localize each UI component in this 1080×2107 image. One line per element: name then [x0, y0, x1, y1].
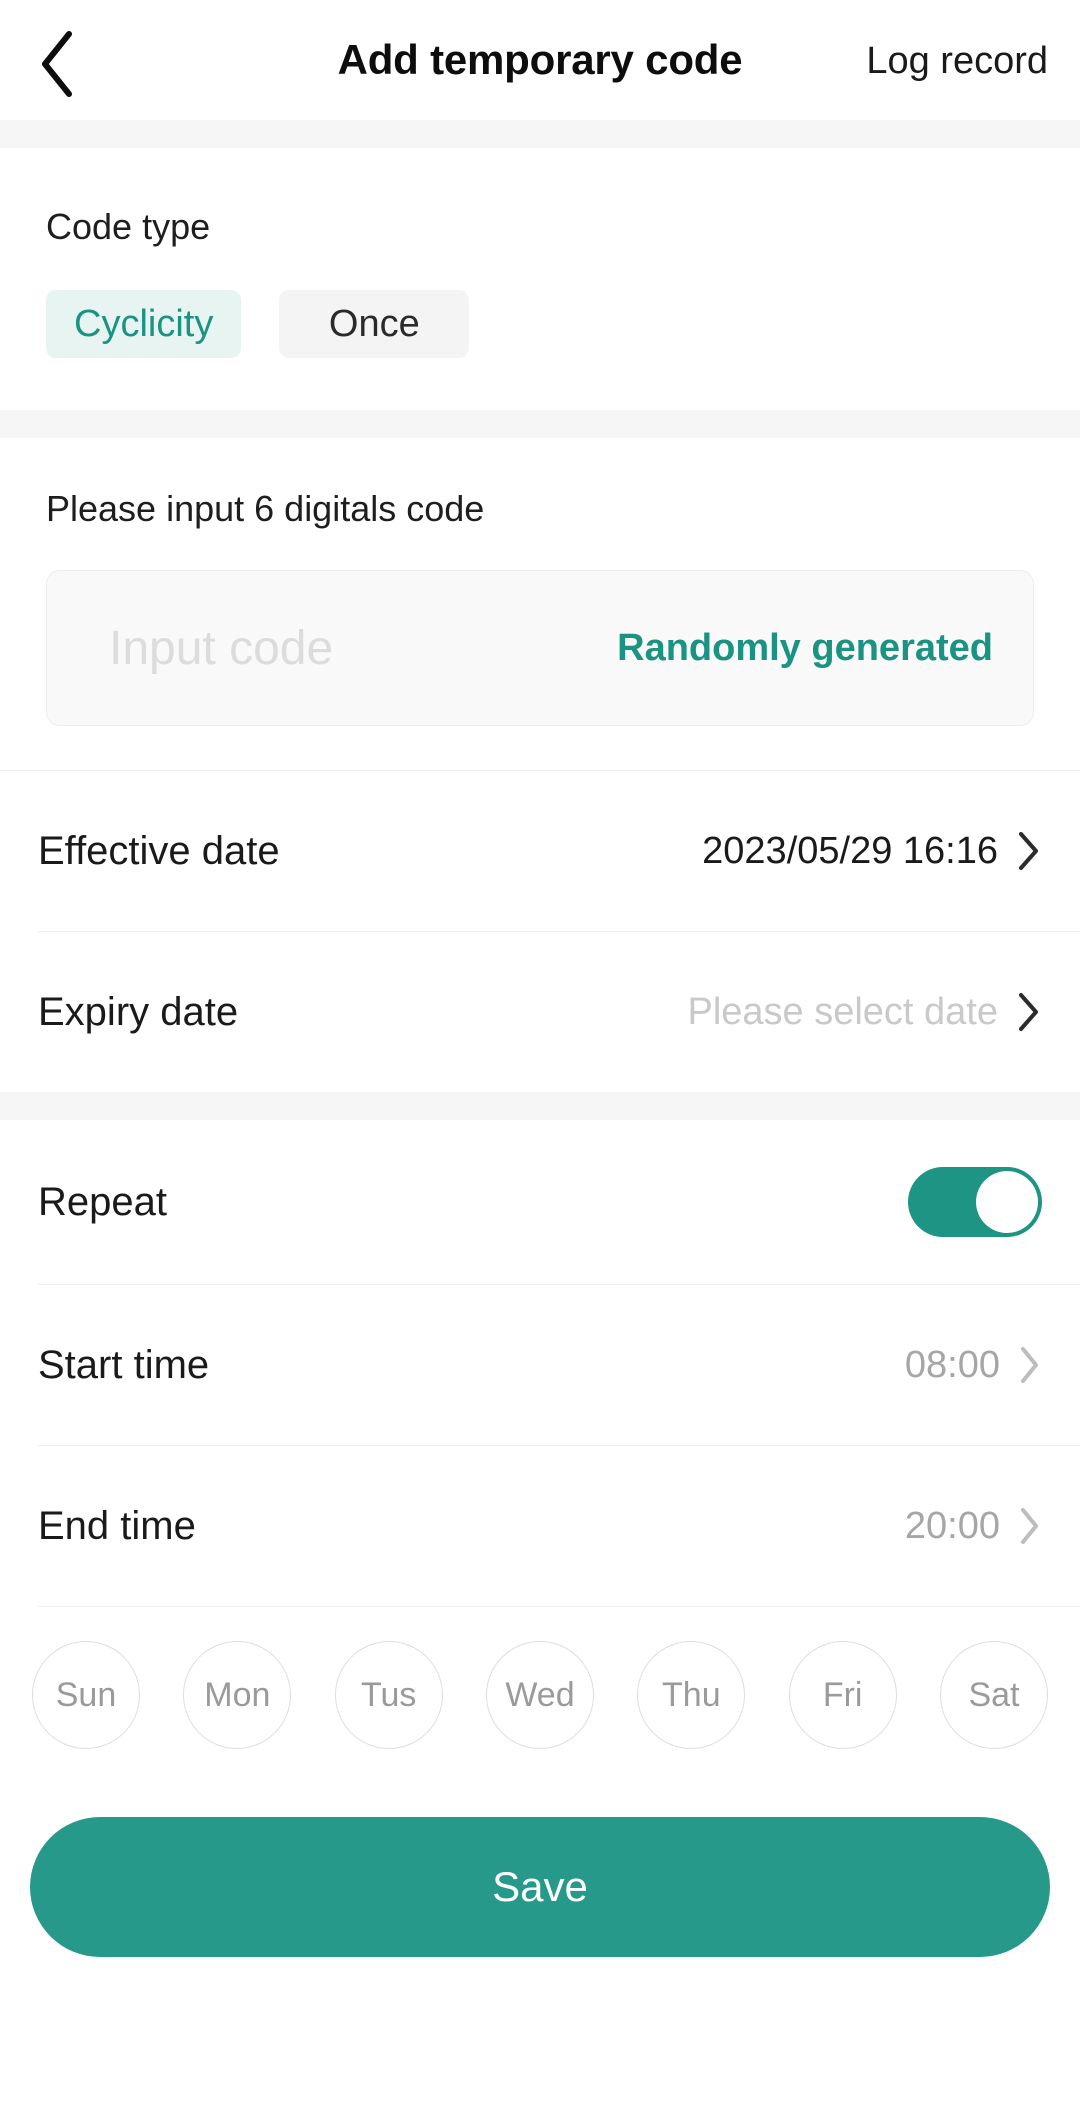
toggle-knob: [976, 1171, 1038, 1233]
code-input-hint: Please input 6 digitals code: [46, 488, 485, 529]
repeat-toggle[interactable]: [908, 1167, 1042, 1237]
day-label: Mon: [204, 1675, 271, 1714]
save-button-container: Save: [0, 1749, 1080, 1957]
chevron-right-icon: [1018, 1506, 1042, 1546]
chevron-right-icon: [1018, 1345, 1042, 1385]
chip-label: Once: [328, 302, 420, 345]
row-start-time[interactable]: Start time 08:00: [0, 1285, 1080, 1445]
code-type-section: Code type Cyclicity Once: [0, 148, 1080, 410]
effective-date-value: 2023/05/29 16:16: [702, 829, 998, 872]
code-type-label: Code type: [46, 206, 211, 247]
day-fri[interactable]: Fri: [788, 1641, 897, 1749]
code-type-options: Cyclicity Once: [0, 248, 1080, 410]
save-button[interactable]: Save: [30, 1817, 1050, 1957]
day-label: Fri: [822, 1675, 863, 1714]
row-repeat[interactable]: Repeat: [0, 1120, 1080, 1284]
code-input-field[interactable]: Input code Randomly generated: [46, 570, 1034, 726]
day-wed[interactable]: Wed: [485, 1641, 594, 1749]
day-mon[interactable]: Mon: [183, 1641, 292, 1749]
day-tus[interactable]: Tus: [334, 1641, 443, 1749]
code-type-option-once[interactable]: Once: [279, 290, 470, 358]
log-record-link[interactable]: Log record: [866, 40, 1048, 83]
expiry-date-value: Please select date: [687, 990, 998, 1033]
randomly-generated-button[interactable]: Randomly generated: [617, 627, 993, 670]
code-input-placeholder[interactable]: Input code: [109, 621, 333, 676]
day-sun[interactable]: Sun: [32, 1641, 140, 1749]
end-time-value: 20:00: [904, 1504, 1000, 1547]
section-gap-3: [0, 1092, 1080, 1120]
code-section-padding: [0, 726, 1080, 770]
day-thu[interactable]: Thu: [637, 1641, 746, 1749]
end-time-label: End time: [38, 1503, 196, 1548]
section-gap-2: [0, 410, 1080, 438]
start-time-value-group: 08:00: [905, 1344, 1042, 1387]
repeat-label: Repeat: [38, 1179, 167, 1224]
day-label: Tus: [360, 1675, 417, 1714]
effective-date-label: Effective date: [38, 828, 280, 873]
expiry-date-label: Expiry date: [38, 989, 239, 1034]
row-end-time[interactable]: End time 20:00: [0, 1446, 1080, 1606]
day-label: Wed: [505, 1675, 575, 1714]
row-effective-date[interactable]: Effective date 2023/05/29 16:16: [0, 771, 1080, 931]
day-label: Thu: [662, 1675, 721, 1714]
start-time-value: 08:00: [904, 1343, 1000, 1386]
chevron-right-icon: [1016, 991, 1042, 1033]
row-expiry-date[interactable]: Expiry date Please select date: [0, 932, 1080, 1092]
code-input-section: Please input 6 digitals code Input code …: [0, 438, 1080, 770]
effective-date-value-group: 2023/05/29 16:16: [702, 830, 1042, 873]
chip-label: Cyclicity: [74, 302, 214, 345]
end-time-value-group: 20:00: [905, 1505, 1042, 1548]
weekday-selector: Sun Mon Tus Wed Thu Fri Sat: [0, 1607, 1080, 1749]
day-label: Sat: [968, 1675, 1020, 1714]
day-sat[interactable]: Sat: [939, 1641, 1048, 1749]
code-type-option-cyclicity[interactable]: Cyclicity: [46, 290, 242, 358]
app-header: Add temporary code Log record: [0, 0, 1080, 120]
app-screen: Add temporary code Log record Code type …: [0, 0, 1080, 2107]
section-gap-1: [0, 120, 1080, 148]
expiry-date-value-group: Please select date: [687, 991, 1042, 1034]
chevron-right-icon: [1016, 830, 1042, 872]
start-time-label: Start time: [38, 1342, 210, 1387]
day-label: Sun: [55, 1675, 117, 1714]
